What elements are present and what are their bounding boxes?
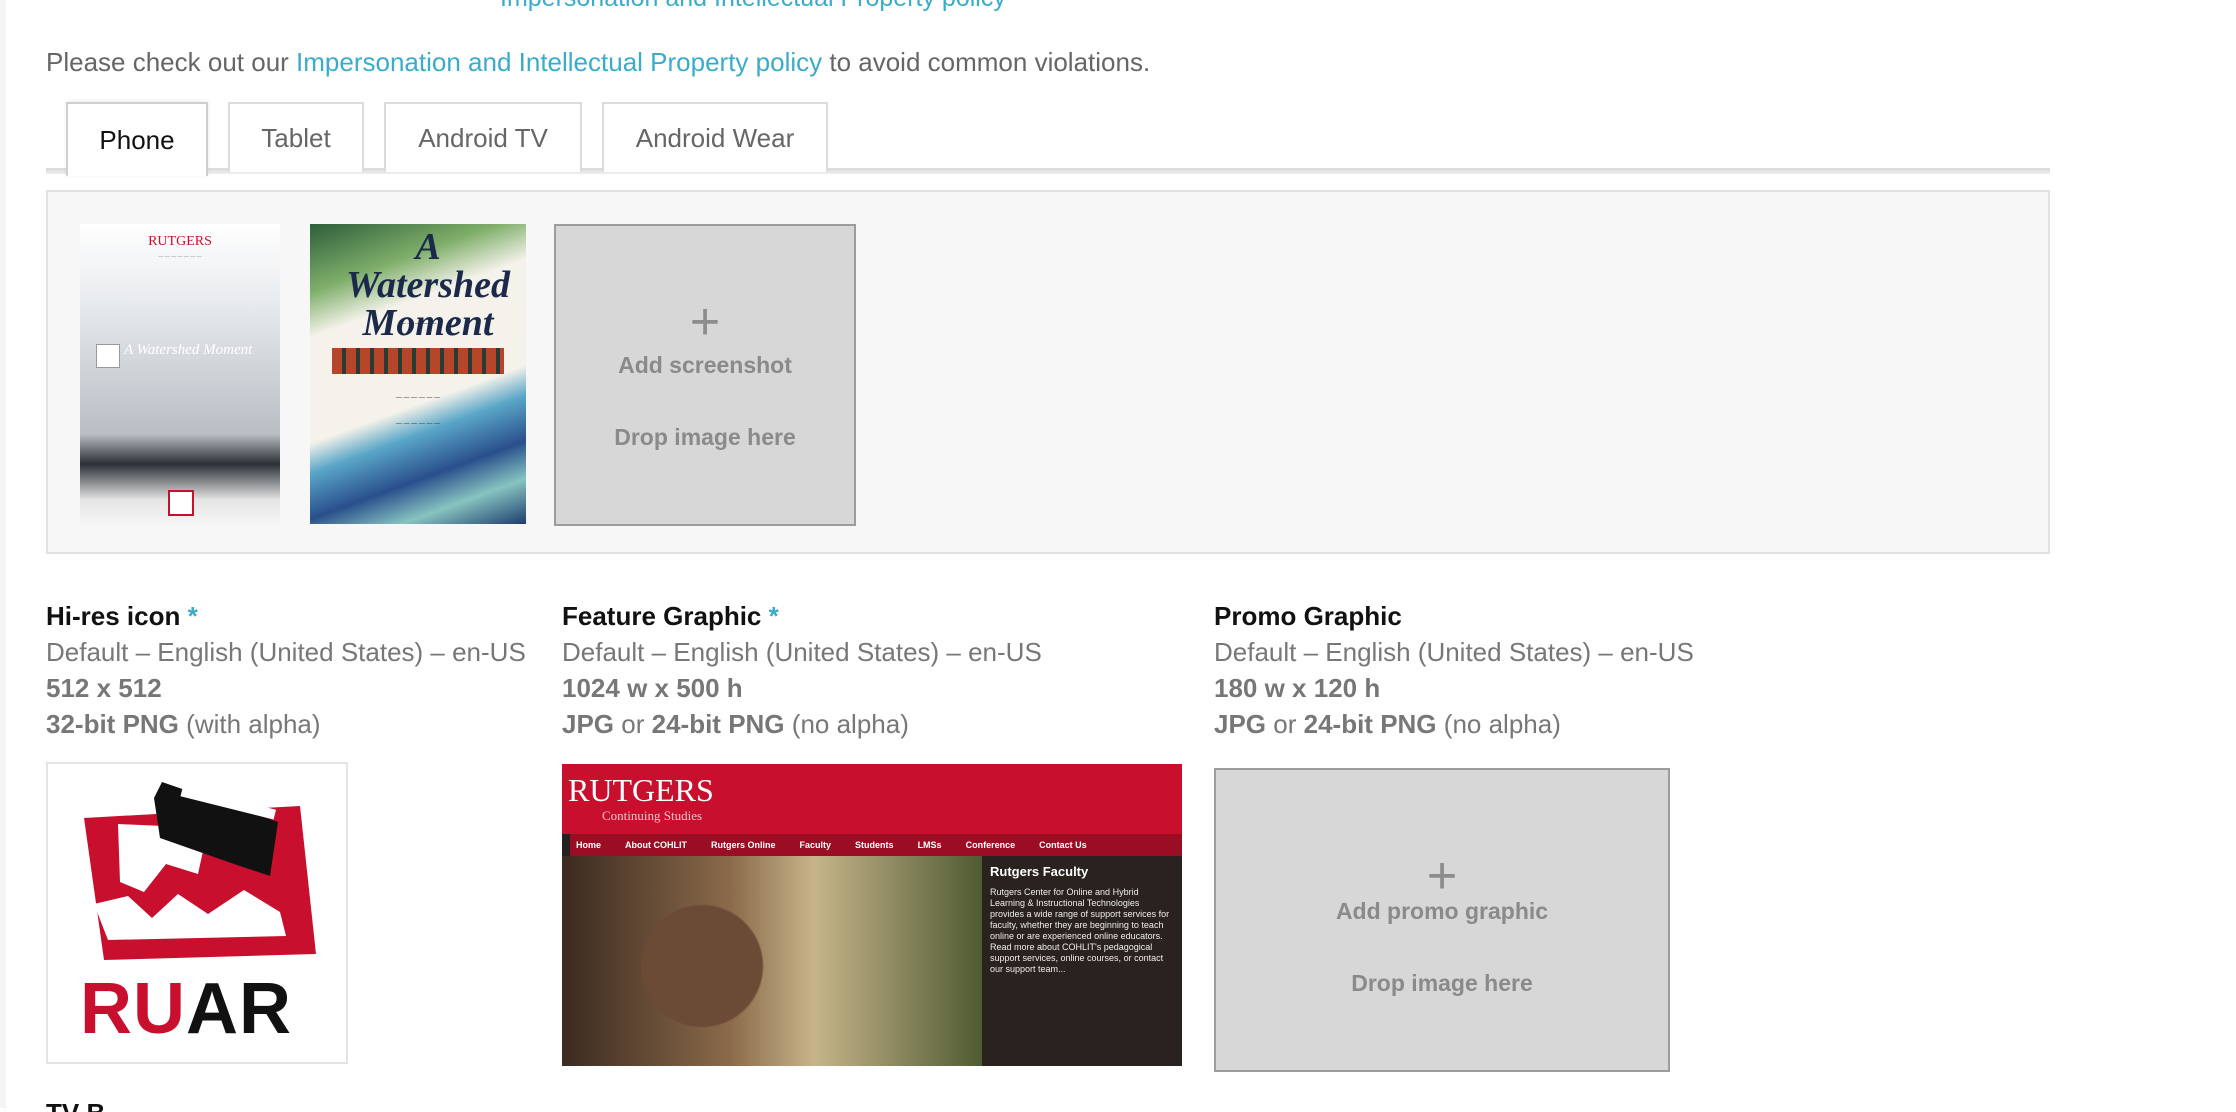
drop-image-label: Drop image here <box>614 424 796 450</box>
preview-nav-item: About COHLIT <box>625 840 688 850</box>
promo-graphic-format-2: 24-bit PNG <box>1303 709 1437 739</box>
preview-nav-item: Conference <box>965 840 1016 850</box>
left-edge <box>0 0 6 1108</box>
add-screenshot-dropzone[interactable]: + Add screenshot Drop image here <box>554 224 856 526</box>
screenshots-panel: RUTGERS — — — — — — — A Watershed Moment… <box>46 190 2050 554</box>
hires-icon-format: 32-bit PNG <box>46 709 179 739</box>
format-or: or <box>621 709 645 739</box>
preview-photo <box>562 856 982 1066</box>
hires-icon-preview[interactable]: RUAR <box>46 762 348 1064</box>
feature-graphic-format-note: (no alpha) <box>791 709 909 739</box>
thumbnail-fineprint: — — — — — <box>399 321 437 327</box>
policy-link[interactable]: Impersonation and Intellectual Property … <box>296 47 822 77</box>
preview-nav-item: LMSs <box>917 840 942 850</box>
hires-icon-size: 512 x 512 <box>46 673 162 703</box>
hires-icon-info: Hi-res icon * Default – English (United … <box>46 598 526 742</box>
preview-logo: RUTGERS <box>568 772 714 808</box>
policy-notice: Please check out our Impersonation and I… <box>46 47 1150 78</box>
partial-policy-link-top[interactable]: Impersonation and Intellectual Property … <box>500 0 1006 13</box>
format-or: or <box>1273 709 1297 739</box>
preview-header: RUTGERS Continuing Studies <box>562 764 1182 834</box>
required-mark: * <box>187 601 198 631</box>
add-promo-graphic-dropzone[interactable]: + Add promo graphic Drop image here <box>1214 768 1670 1072</box>
screenshot-thumbnail[interactable]: A Watershed Moment — — — — — — — — — — —… <box>310 224 526 524</box>
promo-graphic-size: 180 w x 120 h <box>1214 673 1381 703</box>
preview-nav-item: Rutgers Online <box>711 840 776 850</box>
preview-nav-item: Contact Us <box>1039 840 1087 850</box>
preview-nav-item: Home <box>576 840 602 850</box>
thumbnail-logo: RUTGERS <box>148 234 212 249</box>
thumbnail-fineprint: — — — — — — <box>395 395 441 401</box>
thumbnail-mark-icon <box>96 344 120 368</box>
plus-icon: + <box>1426 847 1458 905</box>
thumbnail-fineprint: — — — — — — — <box>158 254 202 260</box>
feature-graphic-preview[interactable]: RUTGERS Continuing Studies Home About CO… <box>562 764 1182 1066</box>
preview-nav: Home About COHLIT Rutgers Online Faculty… <box>570 834 1182 856</box>
feature-graphic-format-2: 24-bit PNG <box>651 709 785 739</box>
preview-nav-item: Students <box>855 840 894 850</box>
tab-tablet[interactable]: Tablet <box>228 102 364 172</box>
feature-graphic-title: Feature Graphic <box>562 601 762 631</box>
preview-panel-body: Rutgers Center for Online and Hybrid Lea… <box>990 887 1170 974</box>
tab-android-tv[interactable]: Android TV <box>384 102 582 172</box>
thumbnail-bridge-art <box>332 348 504 374</box>
preview-panel-title: Rutgers Faculty <box>990 864 1089 879</box>
tab-android-wear[interactable]: Android Wear <box>602 102 828 172</box>
preview-subtitle: Continuing Studies <box>602 808 703 823</box>
promo-graphic-info: Promo Graphic Default – English (United … <box>1214 598 1694 742</box>
thumbnail-fineprint: — — — — — — <box>395 421 441 427</box>
add-promo-graphic-label: Add promo graphic <box>1335 898 1549 924</box>
hires-icon-locale: Default – English (United States) – en-U… <box>46 637 526 667</box>
preview-text-panel: Rutgers Faculty Rutgers Center for Onlin… <box>982 856 1182 1066</box>
hires-icon-title: Hi-res icon <box>46 601 181 631</box>
feature-graphic-size: 1024 w x 500 h <box>562 673 743 703</box>
plus-icon: + <box>689 293 721 351</box>
drop-image-label: Drop image here <box>1351 970 1533 996</box>
promo-graphic-locale: Default – English (United States) – en-U… <box>1214 637 1694 667</box>
ruar-wordmark: RUAR <box>80 969 292 1049</box>
tab-phone[interactable]: Phone <box>66 102 208 176</box>
feature-graphic-locale: Default – English (United States) – en-U… <box>562 637 1042 667</box>
promo-graphic-format-note: (no alpha) <box>1443 709 1561 739</box>
policy-suffix: to avoid common violations. <box>829 47 1151 77</box>
thumbnail-title: A Watershed Moment <box>124 342 253 358</box>
promo-graphic-title: Promo Graphic <box>1214 601 1402 631</box>
feature-graphic-format-1: JPG <box>562 709 615 739</box>
device-tabs: Phone Tablet Android TV Android Wear <box>46 102 2050 176</box>
add-screenshot-label: Add screenshot <box>618 352 792 378</box>
required-mark: * <box>768 601 779 631</box>
next-section-heading: TV B <box>46 1098 126 1112</box>
policy-prefix: Please check out our <box>46 47 289 77</box>
feature-graphic-info: Feature Graphic * Default – English (Uni… <box>562 598 1042 742</box>
preview-nav-item: Faculty <box>799 840 832 850</box>
hires-icon-format-note: (with alpha) <box>186 709 321 739</box>
promo-graphic-format-1: JPG <box>1214 709 1267 739</box>
screenshot-thumbnail[interactable]: RUTGERS — — — — — — — A Watershed Moment <box>80 224 280 524</box>
thumbnail-badge-icon <box>168 490 194 516</box>
